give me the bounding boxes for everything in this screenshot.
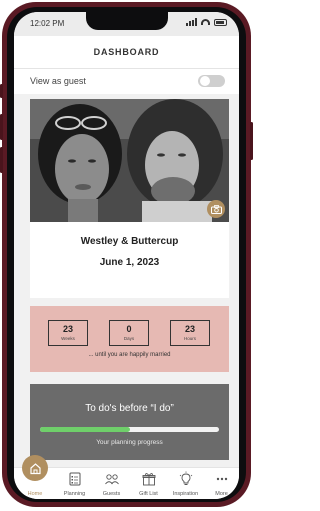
lightbulb-icon [179,471,192,485]
volume-up-button [0,114,3,140]
countdown-caption: ... until you are happily married [88,352,171,358]
change-photo-button[interactable] [207,200,225,218]
home-icon [29,462,41,474]
couple-names: Westley & Buttercup [80,236,179,247]
volume-down-button [0,147,3,173]
battery-icon [214,18,227,26]
more-icon [216,477,227,481]
tab-home[interactable]: Home [14,455,56,499]
power-button [250,122,253,160]
countdown-days-label: Days [123,336,135,341]
progress-caption: Your planning progress [96,439,163,446]
tab-inspiration-label: Inspiration [172,491,199,497]
tab-gift-list-label: Gift List [139,491,158,497]
gift-icon [142,473,155,486]
countdown-hours: 23 Hours [170,320,210,346]
camera-icon [210,204,222,214]
mute-switch [0,84,3,98]
toggle-knob [200,76,210,86]
guests-icon [104,474,119,485]
camera-notch [86,12,168,30]
countdown-days-value: 0 [126,324,132,334]
todo-card[interactable]: To do's before “I do” Your planning prog… [30,384,229,460]
wifi-icon [201,19,210,25]
status-bar: 12:02 PM [14,12,239,36]
guest-view-row: View as guest [14,69,239,95]
countdown-weeks-label: Weeks [61,336,75,341]
app-header: DASHBOARD [14,36,239,69]
status-time: 12:02 PM [30,19,65,28]
dashboard-content: Westley & Buttercup June 1, 2023 23 Week… [14,94,239,467]
checklist-icon [69,472,80,486]
tab-guests-label: Guests [102,491,121,497]
planning-progress-bar [40,427,219,432]
tab-gift-list[interactable]: Gift List [130,468,167,499]
countdown-weeks: 23 Weeks [48,320,88,346]
countdown-days: 0 Days [109,320,149,346]
tab-more[interactable]: More [204,468,239,499]
tab-planning-label: Planning [63,491,86,497]
countdown-card: 23 Weeks 0 Days 23 Hours ... until you a… [30,306,229,372]
app-screen: 12:02 PM DASHBOARD View as guest Westley… [14,12,239,499]
guest-view-toggle[interactable] [198,75,225,87]
tab-more-label: More [215,491,228,497]
couple-card: Westley & Buttercup June 1, 2023 [30,99,229,298]
todo-title: To do's before “I do” [85,403,174,414]
planning-progress-fill [40,427,130,432]
tab-guests[interactable]: Guests [93,468,130,499]
couple-photo [30,99,229,222]
guest-view-label: View as guest [30,76,86,86]
couple-photo-art [30,99,229,222]
tab-inspiration[interactable]: Inspiration [167,468,204,499]
home-tab-circle [22,455,48,481]
tab-home-label: Home [27,491,43,497]
countdown-hours-value: 23 [184,324,195,334]
countdown-weeks-value: 23 [62,324,73,334]
countdown-hours-label: Hours [183,336,196,341]
bottom-tab-bar: Home Planning Guests Gift List Inspirati… [14,455,239,499]
signal-icon [186,18,197,26]
wedding-date: June 1, 2023 [99,257,160,268]
page-title: DASHBOARD [93,47,160,57]
status-icons [186,18,227,26]
tab-planning[interactable]: Planning [56,468,93,499]
